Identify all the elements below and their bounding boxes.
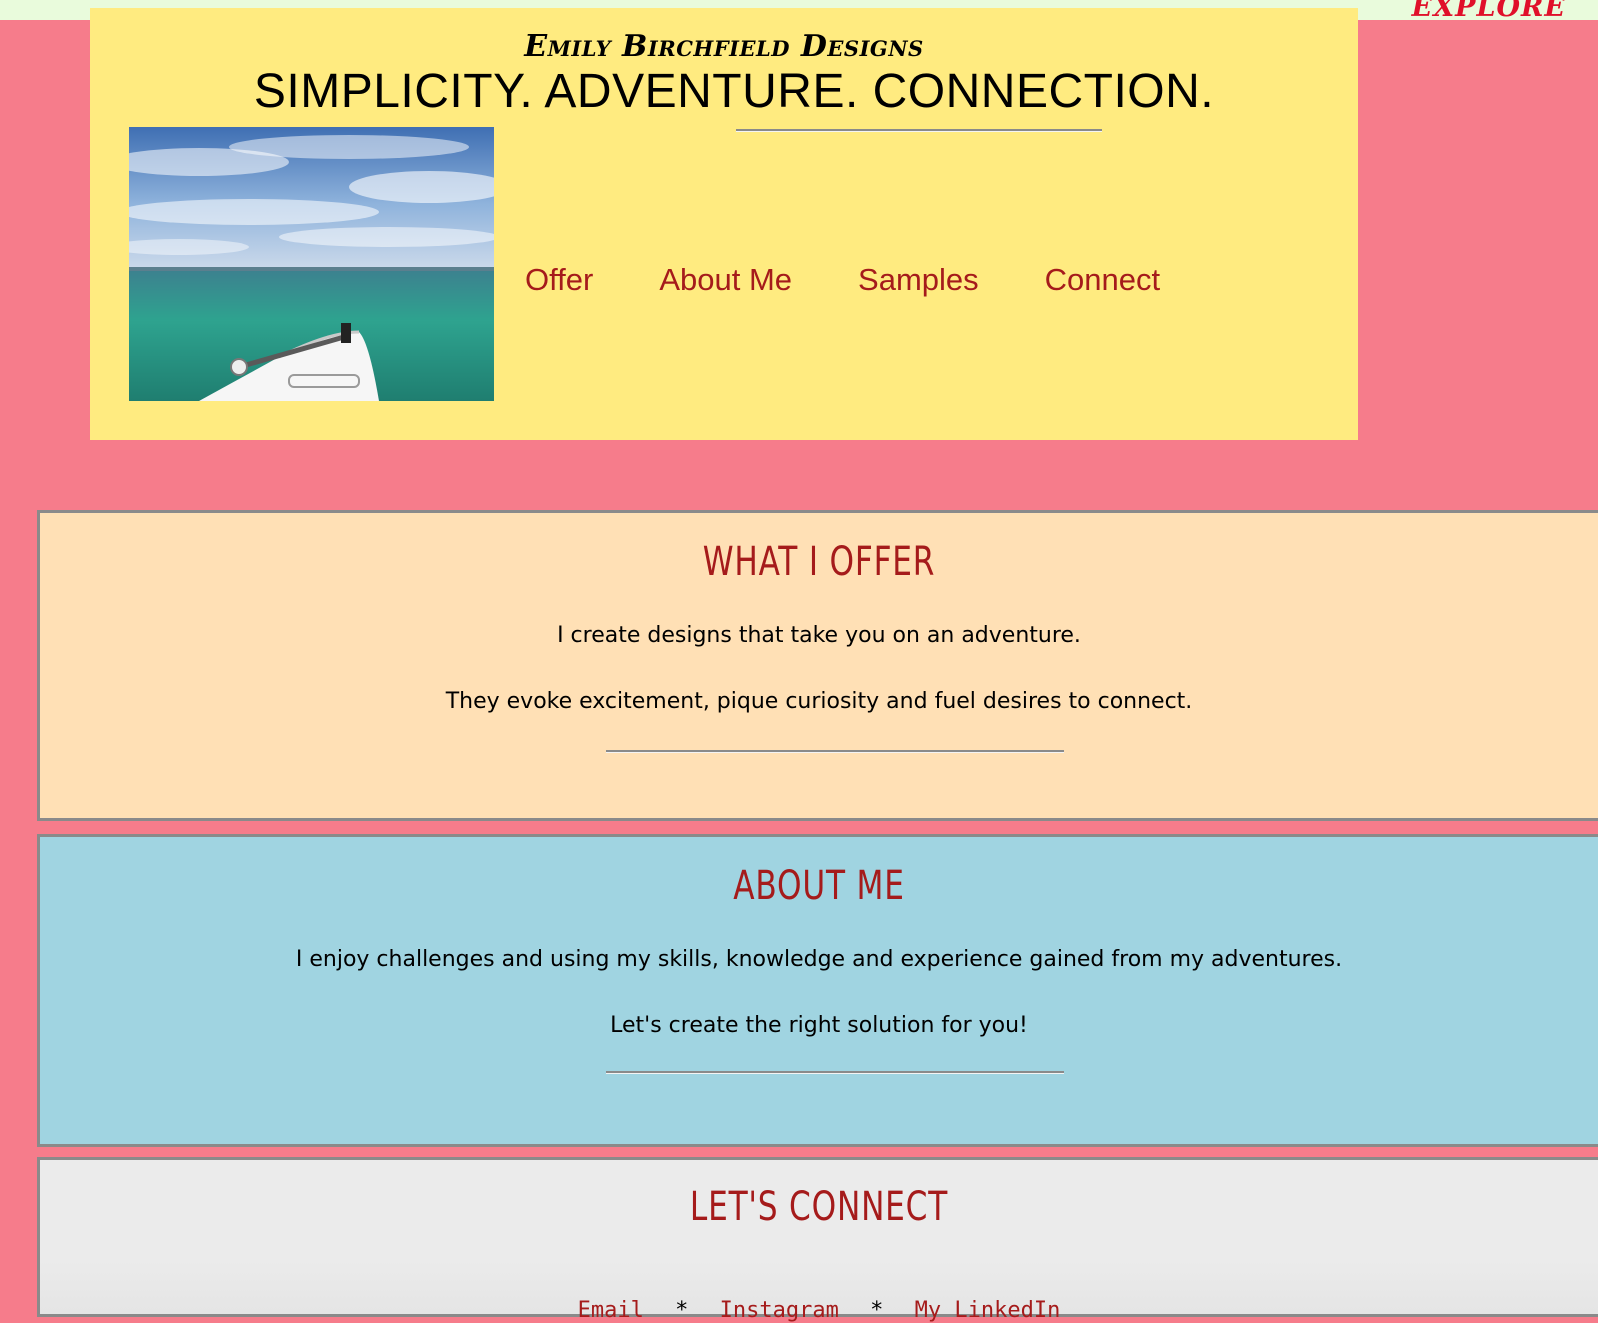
nav-samples[interactable]: Samples (858, 262, 979, 298)
about-line-1: I enjoy challenges and using my skills, … (295, 947, 1343, 972)
offer-divider (606, 750, 1064, 753)
email-link[interactable]: Email (578, 1298, 644, 1323)
about-section: ABOUT ME I enjoy challenges and using my… (37, 834, 1598, 1147)
explore-link[interactable]: Explore (1412, 0, 1566, 23)
link-separator: * (870, 1298, 884, 1323)
ocean-boat-photo (129, 127, 494, 401)
site-header: Emily Birchfield Designs SIMPLICITY. ADV… (90, 8, 1358, 440)
connect-section: LET'S CONNECT Email * Instagram * My Lin… (37, 1157, 1598, 1323)
instagram-link[interactable]: Instagram (720, 1298, 839, 1323)
offer-heading: WHAT I OFFER (702, 539, 936, 585)
offer-section: WHAT I OFFER I create designs that take … (37, 510, 1598, 821)
main-nav: Offer About Me Samples Connect (525, 262, 1160, 298)
nav-offer[interactable]: Offer (525, 262, 593, 298)
about-divider (606, 1071, 1064, 1074)
brand-name: Emily Birchfield Designs (524, 29, 924, 64)
link-separator: * (675, 1298, 689, 1323)
hero-image (129, 127, 494, 401)
connect-heading: LET'S CONNECT (689, 1184, 949, 1230)
linkedin-link[interactable]: My LinkedIn (915, 1298, 1061, 1323)
connect-links: Email * Instagram * My LinkedIn (40, 1298, 1598, 1323)
nav-connect[interactable]: Connect (1045, 262, 1160, 298)
offer-line-2: They evoke excitement, pique curiosity a… (445, 689, 1193, 714)
offer-line-1: I create designs that take you on an adv… (557, 623, 1081, 648)
tagline: SIMPLICITY. ADVENTURE. CONNECTION. (253, 65, 1215, 118)
header-divider (736, 129, 1102, 132)
nav-about-me[interactable]: About Me (659, 262, 792, 298)
about-heading: ABOUT ME (733, 863, 905, 909)
about-line-2: Let's create the right solution for you! (610, 1013, 1028, 1038)
